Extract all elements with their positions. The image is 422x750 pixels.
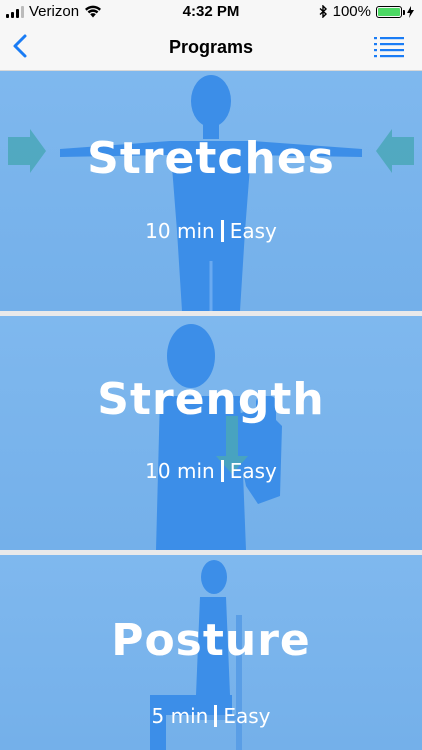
status-bar: Verizon 4:32 PM 100% bbox=[0, 0, 422, 24]
battery-percent: 100% bbox=[332, 3, 371, 20]
page-title: Programs bbox=[168, 37, 254, 57]
program-card-strength[interactable]: Strength 10 min Easy bbox=[0, 316, 422, 550]
list-icon[interactable] bbox=[374, 34, 404, 60]
program-meta: 10 min Easy bbox=[0, 459, 422, 483]
stretching-figure-image bbox=[8, 75, 414, 311]
program-title: Stretches bbox=[87, 133, 335, 184]
meta-separator bbox=[220, 460, 224, 482]
program-difficulty: Easy bbox=[229, 459, 277, 483]
program-duration: 5 min bbox=[151, 704, 209, 728]
program-title: Posture bbox=[111, 615, 311, 666]
strength-figure-image bbox=[156, 324, 282, 550]
charging-icon bbox=[407, 5, 414, 18]
program-title: Strength bbox=[97, 374, 325, 425]
program-meta: 5 min Easy bbox=[0, 704, 422, 728]
program-difficulty: Easy bbox=[229, 219, 277, 243]
program-difficulty: Easy bbox=[223, 704, 271, 728]
program-card-posture[interactable]: Posture 5 min Easy bbox=[0, 555, 422, 750]
program-duration: 10 min bbox=[145, 459, 215, 483]
battery-level bbox=[378, 7, 400, 16]
meta-separator bbox=[220, 220, 224, 242]
program-card-stretches[interactable]: Stretches 10 min Easy bbox=[0, 71, 422, 311]
battery-icon bbox=[376, 5, 405, 18]
navigation-bar: Programs bbox=[0, 24, 422, 71]
meta-separator bbox=[214, 705, 218, 727]
program-meta: 10 min Easy bbox=[0, 219, 422, 243]
bluetooth-icon bbox=[319, 5, 327, 18]
status-right: 100% bbox=[319, 3, 414, 20]
program-duration: 10 min bbox=[145, 219, 215, 243]
